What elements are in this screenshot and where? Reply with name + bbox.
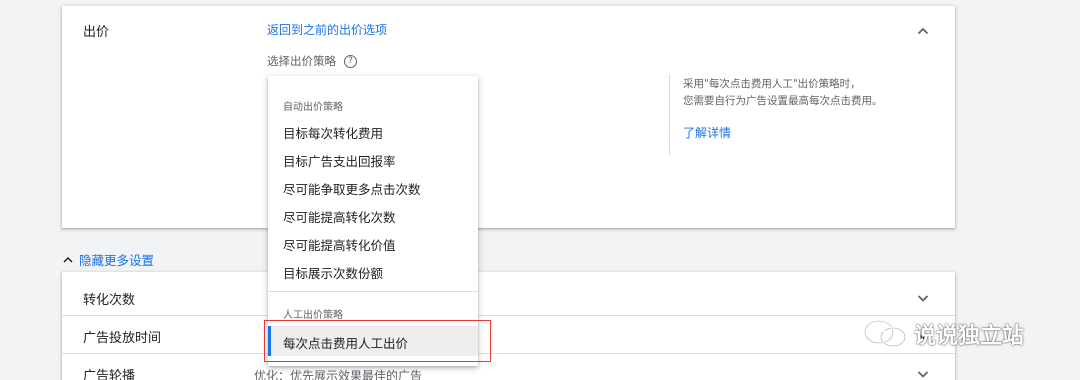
info-divider [669,74,670,156]
hide-more-settings-toggle[interactable]: 隐藏更多设置 [62,250,154,269]
hide-more-settings-label: 隐藏更多设置 [79,253,155,268]
info-text: 采用"每次点击费用人工"出价策略时， 您需要自行为广告设置最高每次点击费用。 [683,76,913,110]
menu-item-target-cpa[interactable]: 目标每次转化费用 [283,123,383,142]
chevron-up-icon[interactable] [915,23,931,39]
help-icon[interactable]: ? [344,54,357,68]
back-to-previous-bid-options-link[interactable]: 返回到之前的出价选项 [267,21,387,38]
bid-strategy-card: 出价 返回到之前的出价选项 选择出价策略 ? 采用"每次点击费用人工"出价策略时… [62,6,955,228]
menu-item-maximize-clicks[interactable]: 尽可能争取更多点击次数 [283,179,421,198]
chevron-down-icon[interactable] [915,290,931,306]
watermark: 说说独立站 [862,318,1024,350]
highlight-annotation-box [264,320,491,362]
ad-rotation-label: 广告轮播 [83,369,136,380]
bid-section-title: 出价 [83,25,110,40]
info-text-line-1: 采用"每次点击费用人工"出价策略时， [683,78,861,90]
menu-item-target-impression-share[interactable]: 目标展示次数份额 [283,263,383,282]
auto-bid-strategy-header: 自动出价策略 [283,102,343,113]
manual-bid-strategy-header: 人工出价策略 [283,310,343,321]
ad-rotation-value: 优化：优先展示效果最佳的广告 [254,369,423,380]
settings-row-conversions[interactable]: 转化次数 [62,278,955,316]
select-bid-strategy-label: 选择出价策略 ? [267,53,357,69]
more-settings-card: 转化次数 广告投放时间 广告轮播 优化：优先展示效果最佳的广告 [62,272,955,380]
chevron-down-icon[interactable] [915,366,931,380]
menu-item-maximize-conversions[interactable]: 尽可能提高转化次数 [283,207,396,226]
conversions-label: 转化次数 [83,293,136,308]
menu-item-maximize-conversion-value[interactable]: 尽可能提高转化价值 [283,235,396,254]
strategy-label-text: 选择出价策略 [267,54,336,68]
ad-schedule-label: 广告投放时间 [83,331,162,346]
chevron-up-small-icon [63,256,73,263]
wechat-icon [863,319,907,348]
settings-row-ad-rotation[interactable]: 广告轮播 优化：优先展示效果最佳的广告 [62,354,955,380]
learn-more-link[interactable]: 了解详情 [683,124,731,141]
settings-row-ad-schedule[interactable]: 广告投放时间 [62,316,955,354]
menu-divider [268,291,478,292]
menu-item-target-roas[interactable]: 目标广告支出回报率 [283,151,396,170]
watermark-text: 说说独立站 [914,324,1025,349]
info-text-line-2: 您需要自行为广告设置最高每次点击费用。 [683,95,883,107]
